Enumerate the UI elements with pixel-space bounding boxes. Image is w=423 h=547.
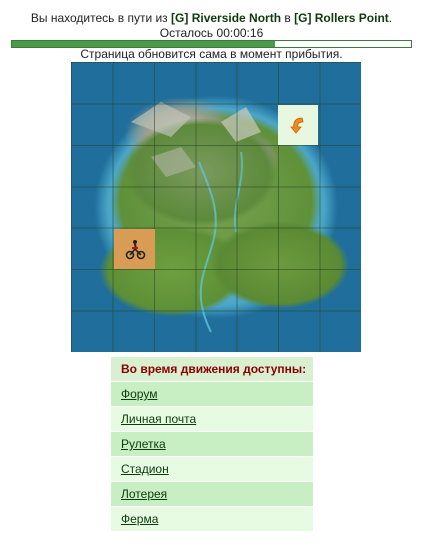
menu-header: Во время движения доступны: xyxy=(111,357,313,381)
menu-link-forum[interactable]: Форум xyxy=(121,387,157,401)
player-cell[interactable] xyxy=(114,229,155,269)
travel-menu: Во время движения доступны: Форум Личная … xyxy=(111,357,313,531)
menu-item-forum: Форум xyxy=(111,382,313,406)
menu-link-lottery[interactable]: Лотерея xyxy=(121,487,167,501)
menu-item-private-mail: Личная почта xyxy=(111,407,313,431)
travel-status: Вы находитесь в пути из [G] Riverside No… xyxy=(0,11,423,25)
menu-item-farm: Ферма xyxy=(111,507,313,531)
world-map[interactable] xyxy=(71,62,361,352)
menu-link-private-mail[interactable]: Личная почта xyxy=(121,412,196,426)
menu-link-stadium[interactable]: Стадион xyxy=(121,462,169,476)
orange-arrow-icon xyxy=(290,117,304,134)
travel-prefix: Вы находитесь в пути из xyxy=(30,11,168,25)
remaining-timer: 00:00:16 xyxy=(216,26,264,40)
destination-cell[interactable] xyxy=(278,105,318,145)
menu-item-stadium: Стадион xyxy=(111,457,313,481)
refresh-note: Страница обновится сама в момент прибыти… xyxy=(80,47,343,61)
menu-item-roulette: Рулетка xyxy=(111,432,313,456)
travel-suffix: . xyxy=(388,11,393,25)
travel-middle: в xyxy=(284,11,291,25)
menu-link-farm[interactable]: Ферма xyxy=(121,512,158,526)
origin-location: [G] Riverside North xyxy=(171,11,282,25)
destination-location: [G] Rollers Point xyxy=(294,11,389,25)
remaining-time-line: Осталось 00:00:16 xyxy=(0,26,423,40)
menu-item-lottery: Лотерея xyxy=(111,482,313,506)
menu-link-roulette[interactable]: Рулетка xyxy=(121,437,166,451)
rider-icon xyxy=(125,240,145,260)
remaining-label: Осталось xyxy=(159,26,214,40)
menu-items: Форум Личная почта Рулетка Стадион Лотерея Фе… xyxy=(111,382,313,531)
